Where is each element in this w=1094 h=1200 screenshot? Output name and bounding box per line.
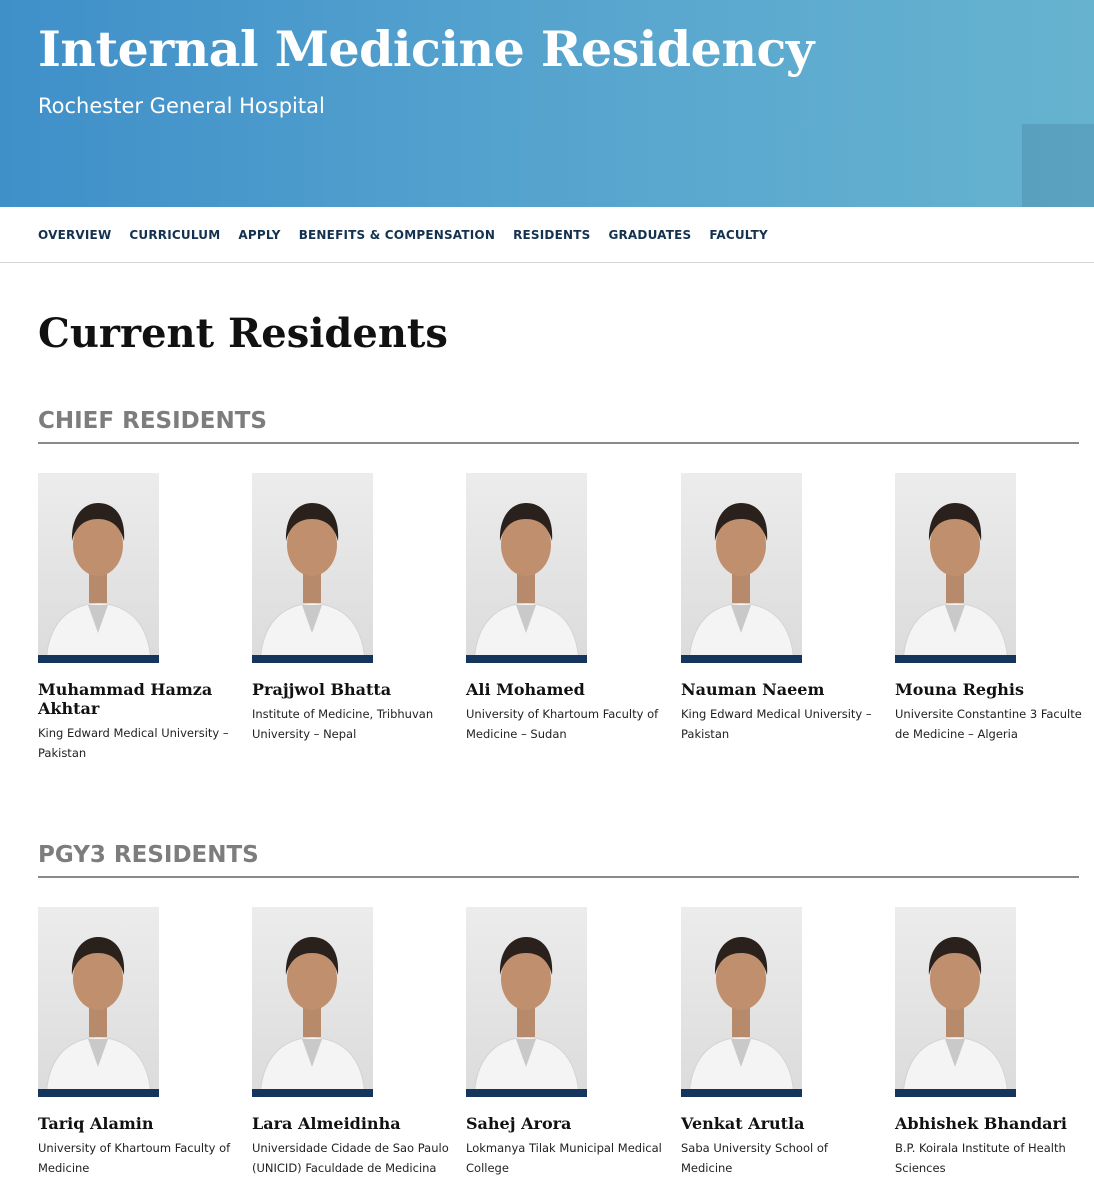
resident-photo bbox=[895, 473, 1016, 663]
resident-school: Lokmanya Tilak Municipal Medical College bbox=[466, 1141, 662, 1175]
resident-name: Nauman Naeem bbox=[681, 680, 825, 699]
resident-photo bbox=[681, 907, 802, 1097]
resident-school: King Edward Medical University – Pakista… bbox=[681, 707, 872, 741]
resident-name: Abhishek Bhandari bbox=[895, 1114, 1068, 1133]
nav-item-graduates[interactable]: GRADUATES bbox=[608, 228, 691, 242]
nav-item-overview[interactable]: OVERVIEW bbox=[38, 228, 111, 242]
resident-school: Universidade Cidade de Sao Paulo (UNICID… bbox=[252, 1141, 449, 1175]
site-title: Internal Medicine Residency bbox=[38, 20, 814, 78]
resident-name: Venkat Arutla bbox=[681, 1114, 805, 1133]
resident-name: Mouna Reghis bbox=[895, 680, 1024, 699]
resident-school: King Edward Medical University – Pakista… bbox=[38, 726, 229, 760]
section-heading-chief-residents: CHIEF RESIDENTS bbox=[38, 408, 1079, 444]
nav-item-residents[interactable]: RESIDENTS bbox=[513, 228, 590, 242]
nav-item-faculty[interactable]: FACULTY bbox=[709, 228, 768, 242]
page-title: Current Residents bbox=[38, 310, 448, 357]
site-subtitle: Rochester General Hospital bbox=[38, 94, 325, 118]
resident-card: Abhishek Bhandari B.P. Koirala Institute… bbox=[895, 907, 1085, 1178]
header-banner: Internal Medicine Residency Rochester Ge… bbox=[0, 0, 1094, 207]
resident-name: Tariq Alamin bbox=[38, 1114, 154, 1133]
nav-list: OVERVIEW CURRICULUM APPLY BENEFITS & COM… bbox=[38, 207, 786, 263]
resident-photo bbox=[895, 907, 1016, 1097]
resident-card: Lara Almeidinha Universidade Cidade de S… bbox=[252, 907, 452, 1178]
resident-card: Nauman Naeem King Edward Medical Univers… bbox=[681, 473, 881, 744]
resident-photo bbox=[681, 473, 802, 663]
resident-school: University of Khartoum Faculty of Medici… bbox=[466, 707, 659, 741]
resident-card: Muhammad Hamza Akhtar King Edward Medica… bbox=[38, 473, 238, 763]
resident-school: Universite Constantine 3 Faculte de Medi… bbox=[895, 707, 1082, 741]
resident-card: Mouna Reghis Universite Constantine 3 Fa… bbox=[895, 473, 1085, 744]
resident-photo bbox=[38, 907, 159, 1097]
resident-photo bbox=[38, 473, 159, 663]
resident-photo bbox=[466, 473, 587, 663]
resident-name: Muhammad Hamza Akhtar bbox=[38, 680, 213, 718]
resident-card: Prajjwol Bhatta Institute of Medicine, T… bbox=[252, 473, 452, 744]
main-navigation: OVERVIEW CURRICULUM APPLY BENEFITS & COM… bbox=[0, 207, 1094, 263]
resident-school: Saba University School of Medicine bbox=[681, 1141, 828, 1175]
resident-photo bbox=[466, 907, 587, 1097]
resident-name: Lara Almeidinha bbox=[252, 1114, 401, 1133]
resident-name: Sahej Arora bbox=[466, 1114, 572, 1133]
section-heading-pgy3-residents: PGY3 RESIDENTS bbox=[38, 842, 1079, 878]
nav-item-curriculum[interactable]: CURRICULUM bbox=[129, 228, 220, 242]
resident-photo bbox=[252, 907, 373, 1097]
resident-school: University of Khartoum Faculty of Medici… bbox=[38, 1141, 231, 1175]
resident-school: Institute of Medicine, Tribhuvan Univers… bbox=[252, 707, 434, 741]
resident-card: Ali Mohamed University of Khartoum Facul… bbox=[466, 473, 666, 744]
decorative-block bbox=[1022, 124, 1094, 207]
resident-name: Ali Mohamed bbox=[466, 680, 585, 699]
resident-photo bbox=[252, 473, 373, 663]
nav-item-apply[interactable]: APPLY bbox=[238, 228, 280, 242]
nav-item-benefits[interactable]: BENEFITS & COMPENSATION bbox=[299, 228, 495, 242]
resident-card: Tariq Alamin University of Khartoum Facu… bbox=[38, 907, 238, 1178]
resident-card: Sahej Arora Lokmanya Tilak Municipal Med… bbox=[466, 907, 666, 1178]
resident-school: B.P. Koirala Institute of Health Science… bbox=[895, 1141, 1066, 1175]
resident-name: Prajjwol Bhatta bbox=[252, 680, 392, 699]
resident-card: Venkat Arutla Saba University School of … bbox=[681, 907, 881, 1178]
